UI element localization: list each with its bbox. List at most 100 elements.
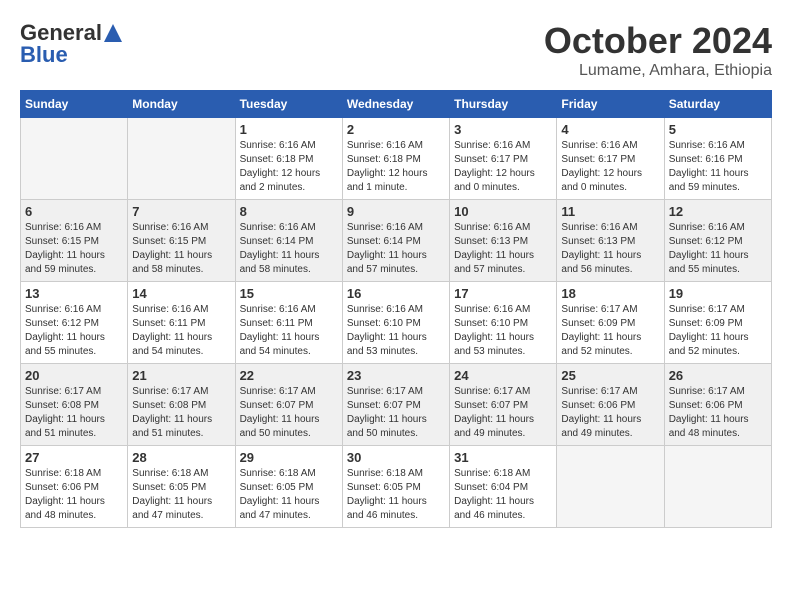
- header-sunday: Sunday: [21, 91, 128, 118]
- calendar-cell: 28 Sunrise: 6:18 AM Sunset: 6:05 PM Dayli…: [128, 446, 235, 528]
- page-header: General Blue October 2024 Lumame, Amhara…: [20, 20, 772, 80]
- calendar-cell: 23Sunrise: 6:17 AM Sunset: 6:07 PM Dayli…: [342, 364, 449, 446]
- calendar-cell: 8 Sunrise: 6:16 AM Sunset: 6:14 PM Daylig…: [235, 200, 342, 282]
- calendar-week-row: 13 Sunrise: 6:16 AM Sunset: 6:12 PM Dayli…: [21, 282, 772, 364]
- day-info: Sunrise: 6:16 AM Sunset: 6:13 PM Dayligh…: [454, 221, 552, 277]
- day-info: Sunrise: 6:16 AM Sunset: 6:10 PM Dayligh…: [454, 303, 552, 359]
- day-info: Sunrise: 6:16 AM Sunset: 6:12 PM Dayligh…: [25, 303, 123, 359]
- calendar-cell: 4 Sunrise: 6:16 AM Sunset: 6:17 PM Daylig…: [557, 118, 664, 200]
- calendar-cell: [664, 446, 771, 528]
- calendar-cell: 21 Sunrise: 6:17 AM Sunset: 6:08 PM Dayli…: [128, 364, 235, 446]
- day-info: Sunrise: 6:17 AM Sunset: 6:09 PM Dayligh…: [669, 303, 767, 359]
- calendar-cell: 9 Sunrise: 6:16 AM Sunset: 6:14 PM Daylig…: [342, 200, 449, 282]
- day-info: Sunrise: 6:16 AM Sunset: 6:12 PM Dayligh…: [669, 221, 767, 277]
- calendar-cell: [21, 118, 128, 200]
- day-number: 26: [669, 368, 767, 383]
- calendar-cell: 26 Sunrise: 6:17 AM Sunset: 6:06 PM Dayli…: [664, 364, 771, 446]
- day-info: Sunrise: 6:16 AM Sunset: 6:16 PM Dayligh…: [669, 139, 767, 195]
- calendar-cell: [557, 446, 664, 528]
- day-number: 9: [347, 204, 445, 219]
- day-info: Sunrise: 6:16 AM Sunset: 6:18 PM Dayligh…: [347, 139, 445, 195]
- day-info: Sunrise: 6:18 AM Sunset: 6:05 PM Dayligh…: [132, 467, 230, 523]
- day-info: Sunrise: 6:17 AM Sunset: 6:09 PM Dayligh…: [561, 303, 659, 359]
- day-number: 11: [561, 204, 659, 219]
- day-info: Sunrise: 6:16 AM Sunset: 6:15 PM Dayligh…: [25, 221, 123, 277]
- day-number: 4: [561, 122, 659, 137]
- header-wednesday: Wednesday: [342, 91, 449, 118]
- day-number: 19: [669, 286, 767, 301]
- calendar-cell: 11 Sunrise: 6:16 AM Sunset: 6:13 PM Dayli…: [557, 200, 664, 282]
- calendar-cell: 25 Sunrise: 6:17 AM Sunset: 6:06 PM Dayli…: [557, 364, 664, 446]
- calendar-week-row: 6Sunrise: 6:16 AM Sunset: 6:15 PM Daylig…: [21, 200, 772, 282]
- calendar-cell: 29 Sunrise: 6:18 AM Sunset: 6:05 PM Dayli…: [235, 446, 342, 528]
- calendar-cell: 1 Sunrise: 6:16 AM Sunset: 6:18 PM Daylig…: [235, 118, 342, 200]
- calendar-cell: 13 Sunrise: 6:16 AM Sunset: 6:12 PM Dayli…: [21, 282, 128, 364]
- day-number: 28: [132, 450, 230, 465]
- logo: General Blue: [20, 20, 124, 68]
- calendar-cell: 7 Sunrise: 6:16 AM Sunset: 6:15 PM Daylig…: [128, 200, 235, 282]
- day-number: 5: [669, 122, 767, 137]
- day-number: 21: [132, 368, 230, 383]
- day-info: Sunrise: 6:18 AM Sunset: 6:05 PM Dayligh…: [240, 467, 338, 523]
- day-info: Sunrise: 6:17 AM Sunset: 6:08 PM Dayligh…: [25, 385, 123, 441]
- day-info: Sunrise: 6:16 AM Sunset: 6:14 PM Dayligh…: [240, 221, 338, 277]
- day-number: 8: [240, 204, 338, 219]
- calendar-week-row: 1 Sunrise: 6:16 AM Sunset: 6:18 PM Daylig…: [21, 118, 772, 200]
- day-info: Sunrise: 6:16 AM Sunset: 6:17 PM Dayligh…: [454, 139, 552, 195]
- day-info: Sunrise: 6:16 AM Sunset: 6:11 PM Dayligh…: [240, 303, 338, 359]
- calendar-cell: 14Sunrise: 6:16 AM Sunset: 6:11 PM Dayli…: [128, 282, 235, 364]
- day-info: Sunrise: 6:18 AM Sunset: 6:04 PM Dayligh…: [454, 467, 552, 523]
- calendar-cell: 2 Sunrise: 6:16 AM Sunset: 6:18 PM Daylig…: [342, 118, 449, 200]
- day-number: 22: [240, 368, 338, 383]
- calendar-header-row: Sunday Monday Tuesday Wednesday Thursday…: [21, 91, 772, 118]
- day-info: Sunrise: 6:16 AM Sunset: 6:14 PM Dayligh…: [347, 221, 445, 277]
- calendar-cell: 5 Sunrise: 6:16 AM Sunset: 6:16 PM Daylig…: [664, 118, 771, 200]
- calendar-cell: [128, 118, 235, 200]
- title-section: October 2024 Lumame, Amhara, Ethiopia: [544, 20, 772, 80]
- calendar-cell: 15Sunrise: 6:16 AM Sunset: 6:11 PM Dayli…: [235, 282, 342, 364]
- calendar-cell: 31 Sunrise: 6:18 AM Sunset: 6:04 PM Dayli…: [450, 446, 557, 528]
- calendar-cell: 10 Sunrise: 6:16 AM Sunset: 6:13 PM Dayli…: [450, 200, 557, 282]
- day-info: Sunrise: 6:17 AM Sunset: 6:08 PM Dayligh…: [132, 385, 230, 441]
- day-number: 17: [454, 286, 552, 301]
- header-monday: Monday: [128, 91, 235, 118]
- calendar-table: Sunday Monday Tuesday Wednesday Thursday…: [20, 90, 772, 528]
- day-number: 29: [240, 450, 338, 465]
- day-info: Sunrise: 6:16 AM Sunset: 6:17 PM Dayligh…: [561, 139, 659, 195]
- month-title: October 2024: [544, 20, 772, 62]
- calendar-week-row: 20 Sunrise: 6:17 AM Sunset: 6:08 PM Dayli…: [21, 364, 772, 446]
- header-thursday: Thursday: [450, 91, 557, 118]
- day-info: Sunrise: 6:17 AM Sunset: 6:06 PM Dayligh…: [561, 385, 659, 441]
- calendar-cell: 30 Sunrise: 6:18 AM Sunset: 6:05 PM Dayli…: [342, 446, 449, 528]
- calendar-cell: 22Sunrise: 6:17 AM Sunset: 6:07 PM Dayli…: [235, 364, 342, 446]
- day-number: 30: [347, 450, 445, 465]
- day-number: 24: [454, 368, 552, 383]
- header-friday: Friday: [557, 91, 664, 118]
- day-number: 20: [25, 368, 123, 383]
- day-info: Sunrise: 6:17 AM Sunset: 6:06 PM Dayligh…: [669, 385, 767, 441]
- day-number: 7: [132, 204, 230, 219]
- calendar-week-row: 27 Sunrise: 6:18 AM Sunset: 6:06 PM Dayli…: [21, 446, 772, 528]
- day-info: Sunrise: 6:18 AM Sunset: 6:06 PM Dayligh…: [25, 467, 123, 523]
- day-number: 25: [561, 368, 659, 383]
- calendar-cell: 24Sunrise: 6:17 AM Sunset: 6:07 PM Dayli…: [450, 364, 557, 446]
- calendar-cell: 6Sunrise: 6:16 AM Sunset: 6:15 PM Daylig…: [21, 200, 128, 282]
- calendar-cell: 20 Sunrise: 6:17 AM Sunset: 6:08 PM Dayli…: [21, 364, 128, 446]
- calendar-cell: 3Sunrise: 6:16 AM Sunset: 6:17 PM Daylig…: [450, 118, 557, 200]
- day-number: 13: [25, 286, 123, 301]
- day-number: 2: [347, 122, 445, 137]
- day-info: Sunrise: 6:16 AM Sunset: 6:11 PM Dayligh…: [132, 303, 230, 359]
- day-info: Sunrise: 6:16 AM Sunset: 6:10 PM Dayligh…: [347, 303, 445, 359]
- day-info: Sunrise: 6:16 AM Sunset: 6:15 PM Dayligh…: [132, 221, 230, 277]
- day-info: Sunrise: 6:16 AM Sunset: 6:18 PM Dayligh…: [240, 139, 338, 195]
- header-tuesday: Tuesday: [235, 91, 342, 118]
- day-number: 10: [454, 204, 552, 219]
- day-info: Sunrise: 6:18 AM Sunset: 6:05 PM Dayligh…: [347, 467, 445, 523]
- day-number: 31: [454, 450, 552, 465]
- header-saturday: Saturday: [664, 91, 771, 118]
- day-number: 1: [240, 122, 338, 137]
- calendar-cell: 27 Sunrise: 6:18 AM Sunset: 6:06 PM Dayli…: [21, 446, 128, 528]
- day-info: Sunrise: 6:16 AM Sunset: 6:13 PM Dayligh…: [561, 221, 659, 277]
- calendar-cell: 16Sunrise: 6:16 AM Sunset: 6:10 PM Dayli…: [342, 282, 449, 364]
- day-number: 27: [25, 450, 123, 465]
